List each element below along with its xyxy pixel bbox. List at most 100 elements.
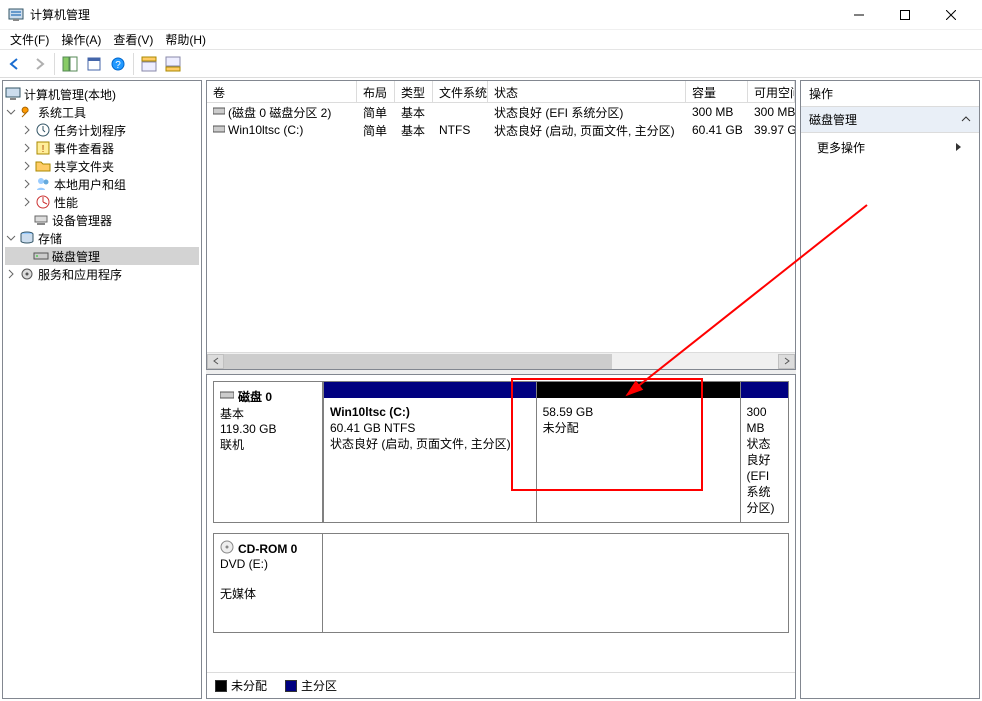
expand-icon[interactable] [21,142,33,154]
disk-partitions [323,533,789,633]
tree-root[interactable]: 计算机管理(本地) [5,85,199,103]
col-capacity[interactable]: 容量 [686,81,748,102]
disk-icon [213,123,225,138]
col-fs[interactable]: 文件系统 [433,81,488,102]
toolbar-separator [54,53,55,75]
center-panel: 卷 布局 类型 文件系统 状态 容量 可用空间 (磁盘 0 磁盘分区 2) 简单… [206,80,796,699]
disk-icon [220,388,234,405]
menu-view[interactable]: 查看(V) [107,29,159,50]
legend-swatch [215,680,227,692]
properties-button[interactable] [83,53,105,75]
disk-kind: DVD (E:) [220,557,316,571]
col-vol[interactable]: 卷 [207,81,357,102]
expand-icon[interactable] [5,268,17,280]
disk-icon [33,248,49,264]
h-scrollbar[interactable] [207,352,795,369]
tree-shared-folders[interactable]: 共享文件夹 [5,157,199,175]
col-free[interactable]: 可用空间 [748,81,795,102]
vol-fs [433,111,488,113]
services-icon [19,266,35,282]
view-bottom-button[interactable] [162,53,184,75]
expand-icon[interactable] [21,124,33,136]
expand-icon[interactable] [21,196,33,208]
volume-row[interactable]: Win10ltsc (C:) 简单 基本 NTFS 状态良好 (启动, 页面文件… [207,121,795,139]
nav-forward-button[interactable] [28,53,50,75]
vol-fs: NTFS [433,122,488,138]
legend-unallocated: 未分配 [215,677,267,694]
show-hide-tree-button[interactable] [59,53,81,75]
tree-system-tools[interactable]: 系统工具 [5,103,199,121]
event-icon: ! [35,140,51,156]
collapse-icon[interactable] [5,232,17,244]
scroll-thumb[interactable] [224,354,612,369]
actions-more-label: 更多操作 [817,139,865,156]
toolbar: ? [0,50,982,78]
disk-row[interactable]: 磁盘 0 基本 119.30 GB 联机 Win10ltsc (C:) 60.4… [213,381,789,523]
disk-rows: 磁盘 0 基本 119.30 GB 联机 Win10ltsc (C:) 60.4… [207,375,795,672]
close-button[interactable] [928,0,974,30]
partition-status: 状态良好 (启动, 页面文件, 主分区) [330,436,530,452]
disk-row[interactable]: CD-ROM 0 DVD (E:) 无媒体 [213,533,789,633]
svg-text:?: ? [115,60,121,71]
disk-icon [213,105,225,120]
col-status[interactable]: 状态 [488,81,686,102]
chevron-right-icon [955,141,963,155]
menubar: 文件(F) 操作(A) 查看(V) 帮助(H) [0,30,982,50]
svg-text:!: ! [42,144,45,155]
storage-icon [19,230,35,246]
col-type[interactable]: 类型 [395,81,433,102]
tree-task-scheduler[interactable]: 任务计划程序 [5,121,199,139]
nav-back-button[interactable] [4,53,26,75]
disk-kind: 基本 [220,405,316,422]
tree-storage[interactable]: 存储 [5,229,199,247]
menu-file[interactable]: 文件(F) [4,29,55,50]
tree-panel[interactable]: 计算机管理(本地) 系统工具 任务计划程序 ! 事件查看器 共享文件夹 [2,80,202,699]
disk-label[interactable]: CD-ROM 0 DVD (E:) 无媒体 [213,533,323,633]
app-icon [8,7,24,23]
partition-unallocated[interactable]: 58.59 GB 未分配 [537,381,741,523]
view-top-button[interactable] [138,53,160,75]
partition[interactable]: Win10ltsc (C:) 60.41 GB NTFS 状态良好 (启动, 页… [323,381,537,523]
scroll-right-button[interactable] [778,354,795,369]
tree-disk-management-label: 磁盘管理 [52,248,100,265]
vol-layout: 简单 [357,103,395,122]
cdrom-icon [220,540,234,557]
menu-help[interactable]: 帮助(H) [159,29,212,50]
vol-free: 39.97 GB [748,122,795,138]
volume-row[interactable]: (磁盘 0 磁盘分区 2) 简单 基本 状态良好 (EFI 系统分区) 300 … [207,103,795,121]
menu-action[interactable]: 操作(A) [55,29,107,50]
minimize-button[interactable] [836,0,882,30]
legend: 未分配 主分区 [207,672,795,698]
tree-task-scheduler-label: 任务计划程序 [54,122,126,139]
help-button[interactable]: ? [107,53,129,75]
partition[interactable]: 300 MB 状态良好 (EFI 系统分区) [741,381,790,523]
disk-size: 119.30 GB [220,422,316,436]
scroll-track[interactable] [224,354,778,369]
actions-more[interactable]: 更多操作 [801,133,979,162]
vol-status: 状态良好 (启动, 页面文件, 主分区) [488,121,686,140]
scroll-left-button[interactable] [207,354,224,369]
collapse-icon[interactable] [5,106,17,118]
tree-services-apps-label: 服务和应用程序 [38,266,122,283]
users-icon [35,176,51,192]
col-layout[interactable]: 布局 [357,81,395,102]
tree-device-manager-label: 设备管理器 [52,212,112,229]
disk-label[interactable]: 磁盘 0 基本 119.30 GB 联机 [213,381,323,523]
window-title: 计算机管理 [30,6,836,23]
actions-section[interactable]: 磁盘管理 [801,107,979,133]
disk-partitions: Win10ltsc (C:) 60.41 GB NTFS 状态良好 (启动, 页… [323,381,789,523]
expand-icon[interactable] [21,178,33,190]
maximize-button[interactable] [882,0,928,30]
tree-performance[interactable]: 性能 [5,193,199,211]
vol-capacity: 60.41 GB [686,122,748,138]
expand-icon[interactable] [21,160,33,172]
tree-device-manager[interactable]: 设备管理器 [5,211,199,229]
tree-event-viewer[interactable]: ! 事件查看器 [5,139,199,157]
collapse-icon [961,113,971,127]
tree-local-users[interactable]: 本地用户和组 [5,175,199,193]
tree-disk-management[interactable]: 磁盘管理 [5,247,199,265]
partition-header [537,382,740,398]
tree-services-apps[interactable]: 服务和应用程序 [5,265,199,283]
disk-name: CD-ROM 0 [238,542,297,556]
partition-status: 未分配 [543,420,734,436]
